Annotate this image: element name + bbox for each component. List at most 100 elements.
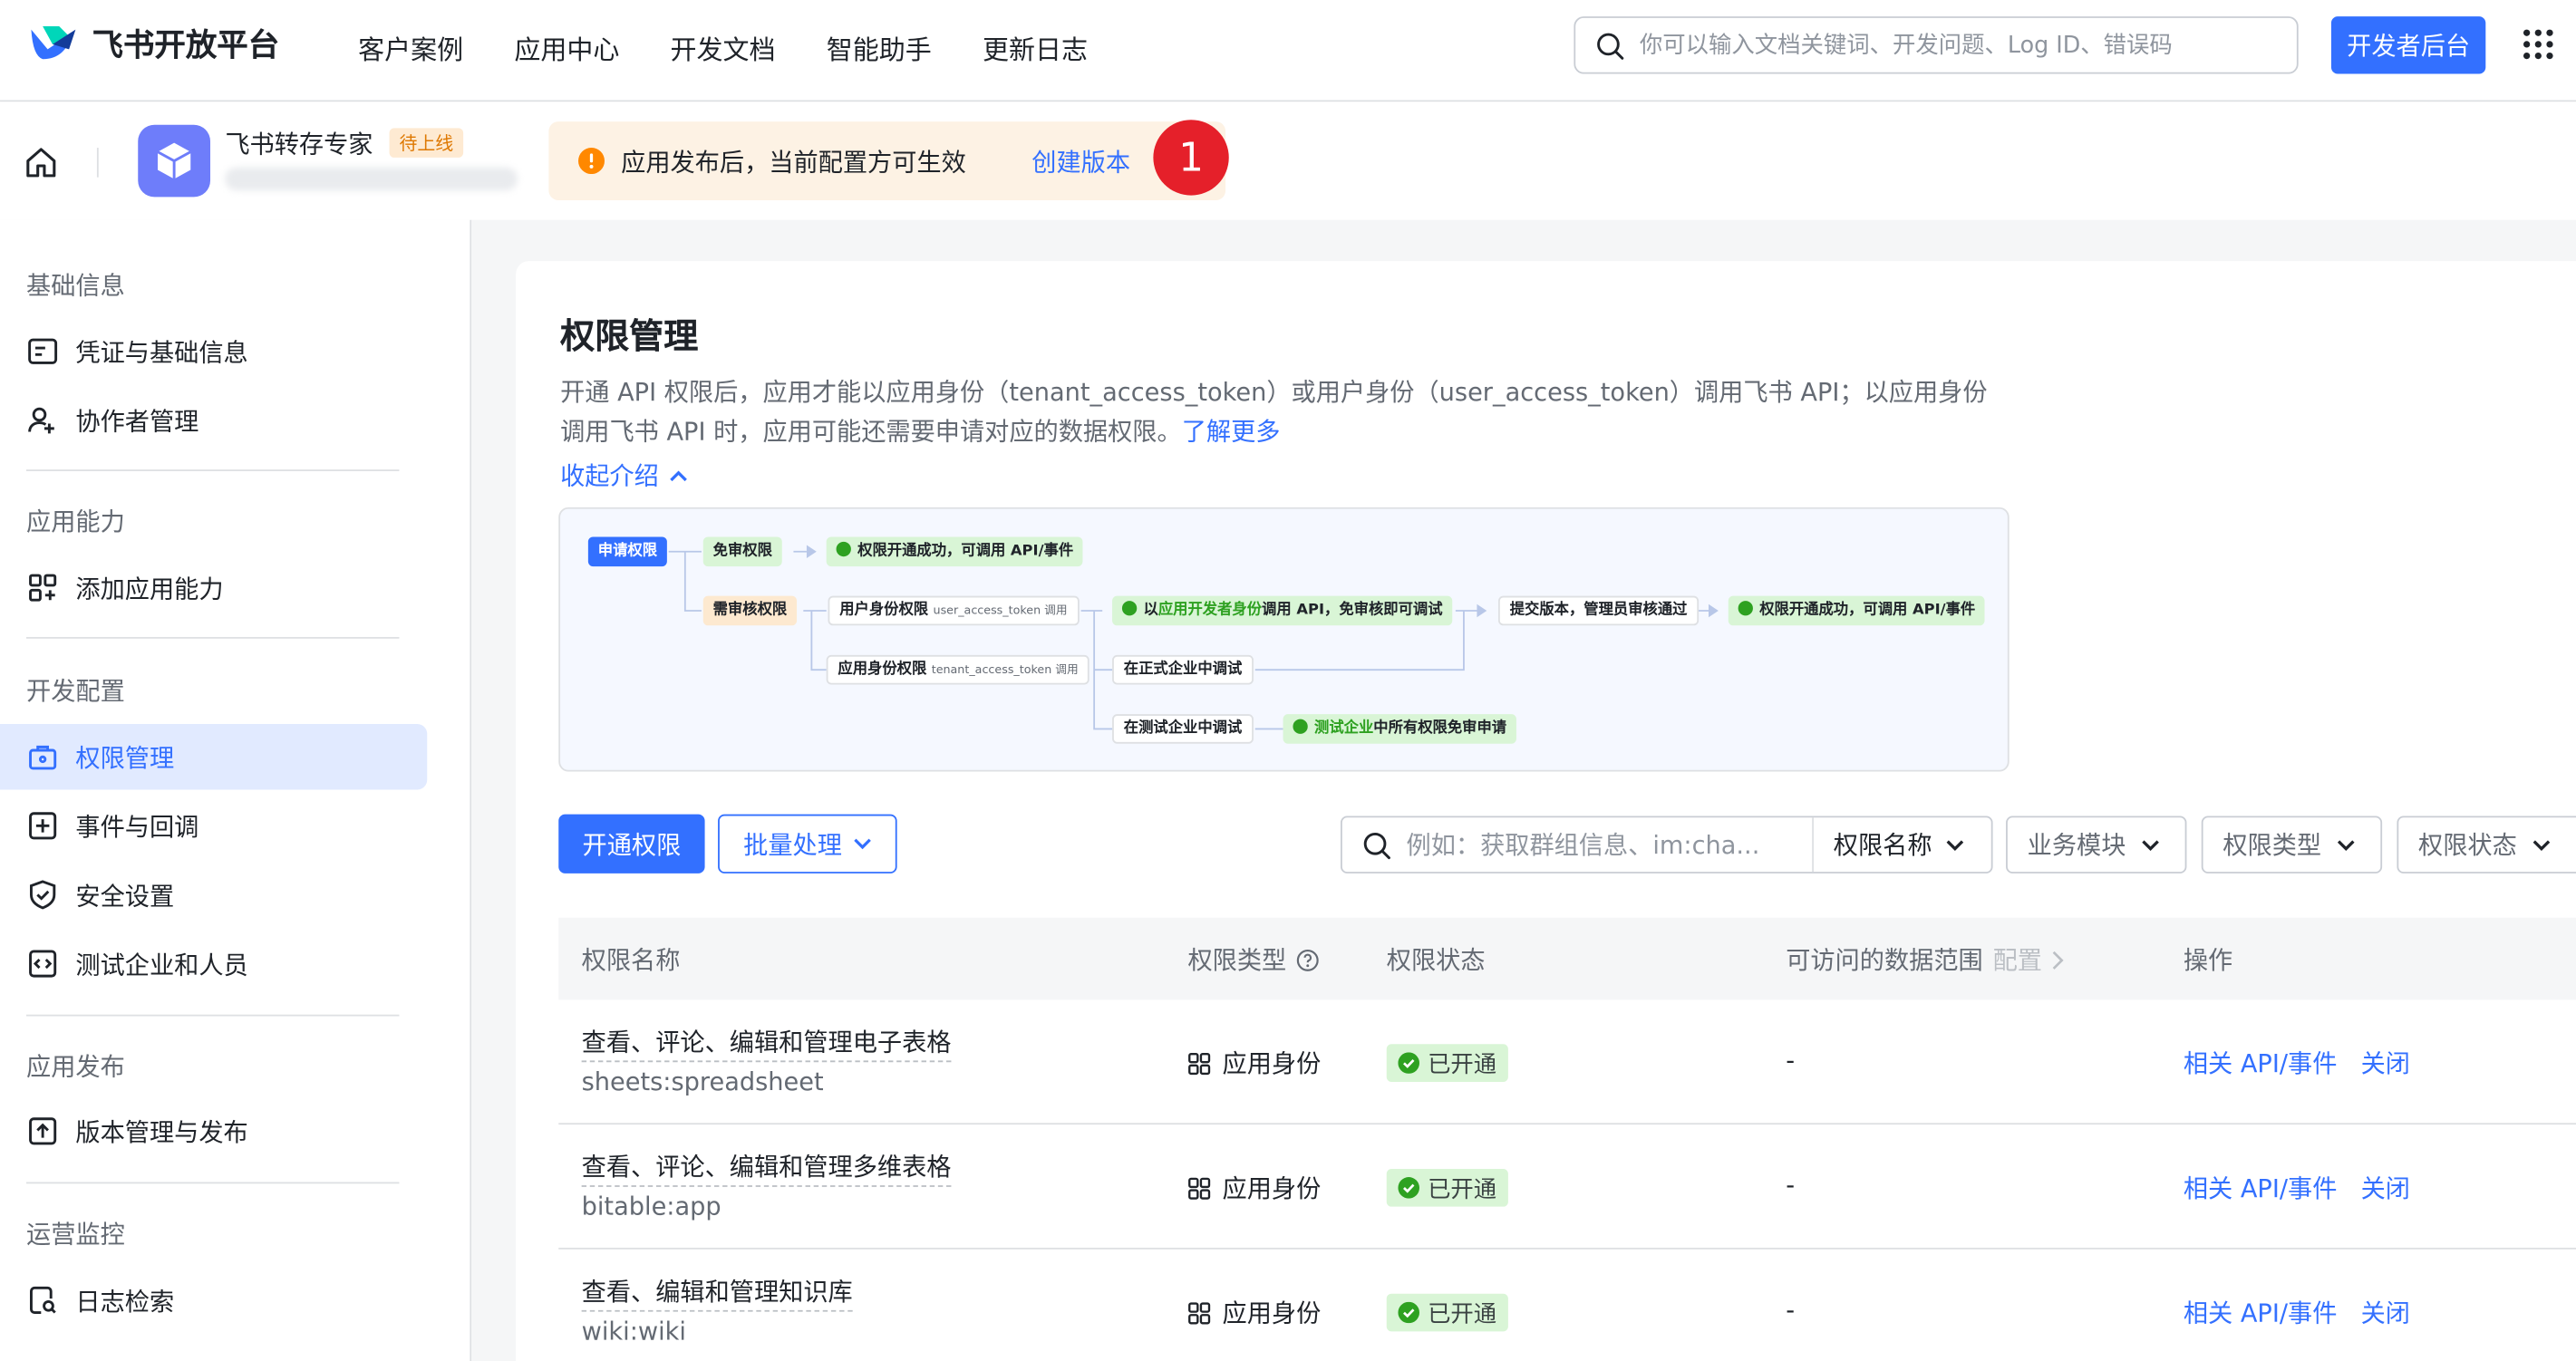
sidebar-section-dev: 开发配置 [26,676,125,707]
permission-type: 应用身份 [1187,1296,1321,1330]
batch-action-button[interactable]: 批量处理 [718,814,897,874]
step-marker: 1 [1153,120,1229,196]
sidebar-section-capability: 应用能力 [26,507,125,537]
flow-free-result-text: 权限开通成功，可调用 API/事件 [857,543,1074,560]
event-icon [26,809,59,842]
publish-notice: 应用发布后，当前配置方可生效 创建版本 [548,121,1226,201]
sidebar-item-label: 日志检索 [75,1286,175,1317]
app-cube-icon [138,124,210,198]
table-row: 查看、评论、编辑和管理电子表格 sheets:spreadsheet 应用身份 … [558,999,2576,1125]
sidebar-item-security[interactable]: 安全设置 [0,862,427,927]
nav-link-app-center[interactable]: 应用中心 [514,28,619,67]
search-field-select[interactable]: 权限名称 [1812,817,1992,873]
sidebar-item-permissions[interactable]: 权限管理 [0,724,428,790]
flow-user-perm: 用户身份权限 user_access_token 调用 [828,595,1080,626]
log-search-icon [26,1284,59,1317]
brand[interactable]: 飞书开放平台 [26,20,279,66]
search-icon [1362,830,1392,860]
close-permission-link[interactable]: 关闭 [2361,1296,2410,1330]
apps-grid-icon[interactable] [2522,28,2554,61]
status-label: 已开通 [1428,1051,1497,1078]
flow-app-perm: 应用身份权限 tenant_access_token 调用 [826,654,1090,685]
status-badge: 已开通 [1386,1293,1508,1332]
sidebar-item-versions[interactable]: 版本管理与发布 [0,1098,427,1163]
sidebar-item-credentials[interactable]: 凭证与基础信息 [0,318,427,383]
flow-final-result: 权限开通成功，可调用 API/事件 [1728,595,1986,626]
sidebar-item-events[interactable]: 事件与回调 [0,793,427,858]
collapse-label: 收起介绍 [560,461,659,491]
column-type: 权限类型 [1187,942,1319,977]
sidebar-item-label: 凭证与基础信息 [75,337,248,367]
description-line-2: 调用飞书 API 时，应用可能还需要申请对应的数据权限。 [560,417,1182,447]
divider [96,148,99,178]
sidebar-item-add-capability[interactable]: 添加应用能力 [0,555,427,620]
permission-type: 应用身份 [1187,1046,1321,1080]
table-row: 查看、评论、编辑和管理多维表格 bitable:app 应用身份 已开通 - 相… [558,1125,2576,1250]
flow-submit: 提交版本，管理员审核通过 [1498,595,1700,626]
sidebar-item-label: 测试企业和人员 [75,950,248,980]
filter-permission-type[interactable]: 权限类型 [2201,816,2383,874]
flow-dev-debug-pre: 以 [1143,602,1158,620]
status-badge: 已开通 [1386,1169,1508,1207]
flow-app-token: tenant_access_token 调用 [931,662,1079,677]
page-description: 开通 API 权限后，应用才能以应用身份（tenant_access_token… [560,372,2022,451]
nav-link-cases[interactable]: 客户案例 [358,28,463,67]
close-permission-link[interactable]: 关闭 [2361,1171,2410,1205]
add-capability-icon [26,572,59,604]
grid-type-icon [1187,1176,1211,1199]
filter-label: 权限类型 [2223,830,2322,861]
permission-name[interactable]: 查看、评论、编辑和管理电子表格 [581,1025,952,1063]
flow-apply: 申请权限 [587,536,667,567]
sidebar-item-label: 版本管理与发布 [75,1116,248,1147]
permission-search-input[interactable] [1406,829,1765,860]
home-icon[interactable] [23,144,59,180]
learn-more-link[interactable]: 了解更多 [1182,417,1281,447]
permission-name[interactable]: 查看、编辑和管理知识库 [581,1274,853,1312]
app-name[interactable]: 飞书转存专家 [225,127,373,161]
collapse-intro-toggle[interactable]: 收起介绍 [560,458,688,492]
feishu-logo-icon [26,20,79,66]
column-status: 权限状态 [1386,945,1486,976]
related-api-link[interactable]: 相关 API/事件 [2184,1046,2338,1080]
chevron-down-icon [2141,838,2161,851]
column-scope-label: 可访问的数据范围 [1786,945,1983,976]
chevron-right-icon [2052,950,2064,970]
sidebar-section-monitor: 运营监控 [26,1220,125,1250]
nav-link-changelog[interactable]: 更新日志 [983,28,1088,67]
divider [26,469,400,471]
column-type-label: 权限类型 [1187,945,1287,976]
debug-icon [1293,719,1308,734]
related-api-link[interactable]: 相关 API/事件 [2184,1171,2338,1205]
grid-type-icon [1187,1301,1211,1324]
filter-business-module[interactable]: 业务模块 [2006,816,2187,874]
chevron-down-icon [852,837,872,850]
doc-search-input[interactable] [1639,32,2281,59]
search-field-label: 权限名称 [1833,830,1932,861]
create-version-link[interactable]: 创建版本 [1031,144,1130,179]
permission-search[interactable]: 权限名称 [1341,816,1993,874]
debug-icon [1121,601,1138,616]
dev-console-button[interactable]: 开发者后台 [2330,16,2486,74]
close-permission-link[interactable]: 关闭 [2361,1046,2410,1080]
filter-permission-status[interactable]: 权限状态 [2397,816,2576,874]
flow-test-free-highlight: 测试企业 [1314,720,1374,738]
column-scope: 可访问的数据范围 配置 [1786,942,2064,977]
data-scope: - [1786,1170,1796,1201]
open-permission-button[interactable]: 开通权限 [558,814,705,874]
sidebar-item-collaborators[interactable]: 协作者管理 [0,388,427,453]
flow-review-perm: 需审核权限 [702,595,798,626]
nav-link-assistant[interactable]: 智能助手 [827,28,932,67]
status-label: 已开通 [1428,1300,1497,1327]
doc-search[interactable] [1574,16,2299,74]
sidebar-item-label: 事件与回调 [75,811,199,842]
sidebar-item-logs[interactable]: 日志检索 [0,1268,427,1333]
permission-name[interactable]: 查看、评论、编辑和管理多维表格 [581,1149,952,1187]
sidebar-item-test-tenants[interactable]: 测试企业和人员 [0,931,427,996]
nav-link-docs[interactable]: 开发文档 [671,28,776,67]
flow-test-free: 测试企业中所有权限免审申请 [1283,714,1516,744]
scope-config-link[interactable]: 配置 [1993,942,2042,977]
sidebar-section-basic: 基础信息 [26,270,125,301]
related-api-link[interactable]: 相关 API/事件 [2184,1296,2338,1330]
help-icon[interactable] [1296,948,1319,970]
app-status-badge: 待上线 [389,128,464,158]
